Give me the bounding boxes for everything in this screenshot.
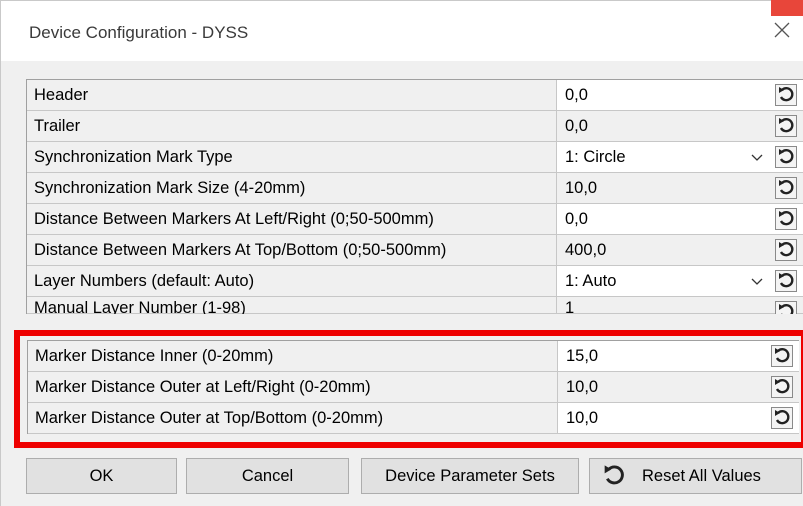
title-bar: Device Configuration - DYSS <box>1 1 803 61</box>
reset-icon[interactable] <box>775 208 797 230</box>
property-label: Manual Layer Number (1-98) <box>27 297 557 314</box>
property-value-text: 10,0 <box>566 408 599 427</box>
property-value-text: 1: Auto <box>565 271 617 290</box>
reset-icon <box>600 462 628 490</box>
property-value-dropdown[interactable]: 1: Circle <box>557 142 803 173</box>
property-value-text: 0,0 <box>565 85 588 104</box>
reset-icon[interactable] <box>775 84 797 106</box>
table-row: Manual Layer Number (1-98) 1 <box>27 297 803 314</box>
reset-icon[interactable] <box>771 407 793 429</box>
property-value[interactable]: 0,0 <box>557 204 803 235</box>
reset-icon[interactable] <box>775 270 797 292</box>
table-row: Synchronization Mark Type 1: Circle <box>27 142 803 173</box>
property-label: Header <box>27 80 557 111</box>
property-value-text: 10,0 <box>566 377 599 396</box>
property-label: Marker Distance Outer at Top/Bottom (0-2… <box>28 403 558 434</box>
table-row: Layer Numbers (default: Auto) 1: Auto <box>27 266 803 297</box>
property-label: Marker Distance Outer at Left/Right (0-2… <box>28 372 558 403</box>
table-row: Distance Between Markers At Left/Right (… <box>27 204 803 235</box>
property-label: Trailer <box>27 111 557 142</box>
property-label: Synchronization Mark Size (4-20mm) <box>27 173 557 204</box>
property-value[interactable]: 10,0 <box>558 403 799 434</box>
close-button[interactable] <box>767 15 797 45</box>
ok-button[interactable]: OK <box>26 458 177 494</box>
property-label: Synchronization Mark Type <box>27 142 557 173</box>
property-value[interactable]: 15,0 <box>558 341 799 372</box>
property-grid-highlighted: Marker Distance Inner (0-20mm) 15,0 Mark… <box>27 340 799 434</box>
background-window-accent <box>771 0 803 16</box>
property-value[interactable]: 0,0 <box>557 111 803 142</box>
table-row: Distance Between Markers At Top/Bottom (… <box>27 235 803 266</box>
property-value[interactable]: 10,0 <box>557 173 803 204</box>
cancel-button[interactable]: Cancel <box>186 458 349 494</box>
property-value-text: 0,0 <box>565 209 588 228</box>
reset-icon[interactable] <box>775 115 797 137</box>
reset-icon[interactable] <box>775 239 797 261</box>
property-value-text: 15,0 <box>566 346 599 365</box>
reset-icon[interactable] <box>771 345 793 367</box>
reset-all-values-label: Reset All Values <box>642 466 761 485</box>
table-row: Trailer 0,0 <box>27 111 803 142</box>
property-value-text: 1: Circle <box>565 147 626 166</box>
property-value-text: 10,0 <box>565 178 598 197</box>
property-value[interactable]: 400,0 <box>557 235 803 266</box>
chevron-down-icon[interactable] <box>751 276 763 288</box>
table-row: Marker Distance Inner (0-20mm) 15,0 <box>28 341 799 372</box>
property-value-dropdown[interactable]: 1: Auto <box>557 266 803 297</box>
device-parameter-sets-button[interactable]: Device Parameter Sets <box>361 458 579 494</box>
table-row: Marker Distance Outer at Left/Right (0-2… <box>28 372 799 403</box>
reset-icon[interactable] <box>775 146 797 168</box>
table-row: Header 0,0 <box>27 80 803 111</box>
table-row: Synchronization Mark Size (4-20mm) 10,0 <box>27 173 803 204</box>
property-value-text: 0,0 <box>565 116 588 135</box>
property-label: Marker Distance Inner (0-20mm) <box>28 341 558 372</box>
property-value-text: 1 <box>565 299 575 314</box>
property-value[interactable]: 10,0 <box>558 372 799 403</box>
table-row: Marker Distance Outer at Top/Bottom (0-2… <box>28 403 799 434</box>
property-label: Distance Between Markers At Left/Right (… <box>27 204 557 235</box>
reset-icon[interactable] <box>771 376 793 398</box>
property-value-text: 400,0 <box>565 240 607 259</box>
property-value[interactable]: 1 <box>557 297 803 314</box>
reset-icon[interactable] <box>775 177 797 199</box>
reset-icon[interactable] <box>775 301 797 314</box>
close-icon <box>774 22 790 38</box>
property-value[interactable]: 0,0 <box>557 80 803 111</box>
property-label: Distance Between Markers At Top/Bottom (… <box>27 235 557 266</box>
property-grid: Header 0,0 Trailer 0,0 Synchronization M… <box>26 79 803 314</box>
reset-all-values-button[interactable]: Reset All Values <box>589 458 802 494</box>
window-title: Device Configuration - DYSS <box>29 23 249 42</box>
chevron-down-icon[interactable] <box>751 152 763 164</box>
property-label: Layer Numbers (default: Auto) <box>27 266 557 297</box>
